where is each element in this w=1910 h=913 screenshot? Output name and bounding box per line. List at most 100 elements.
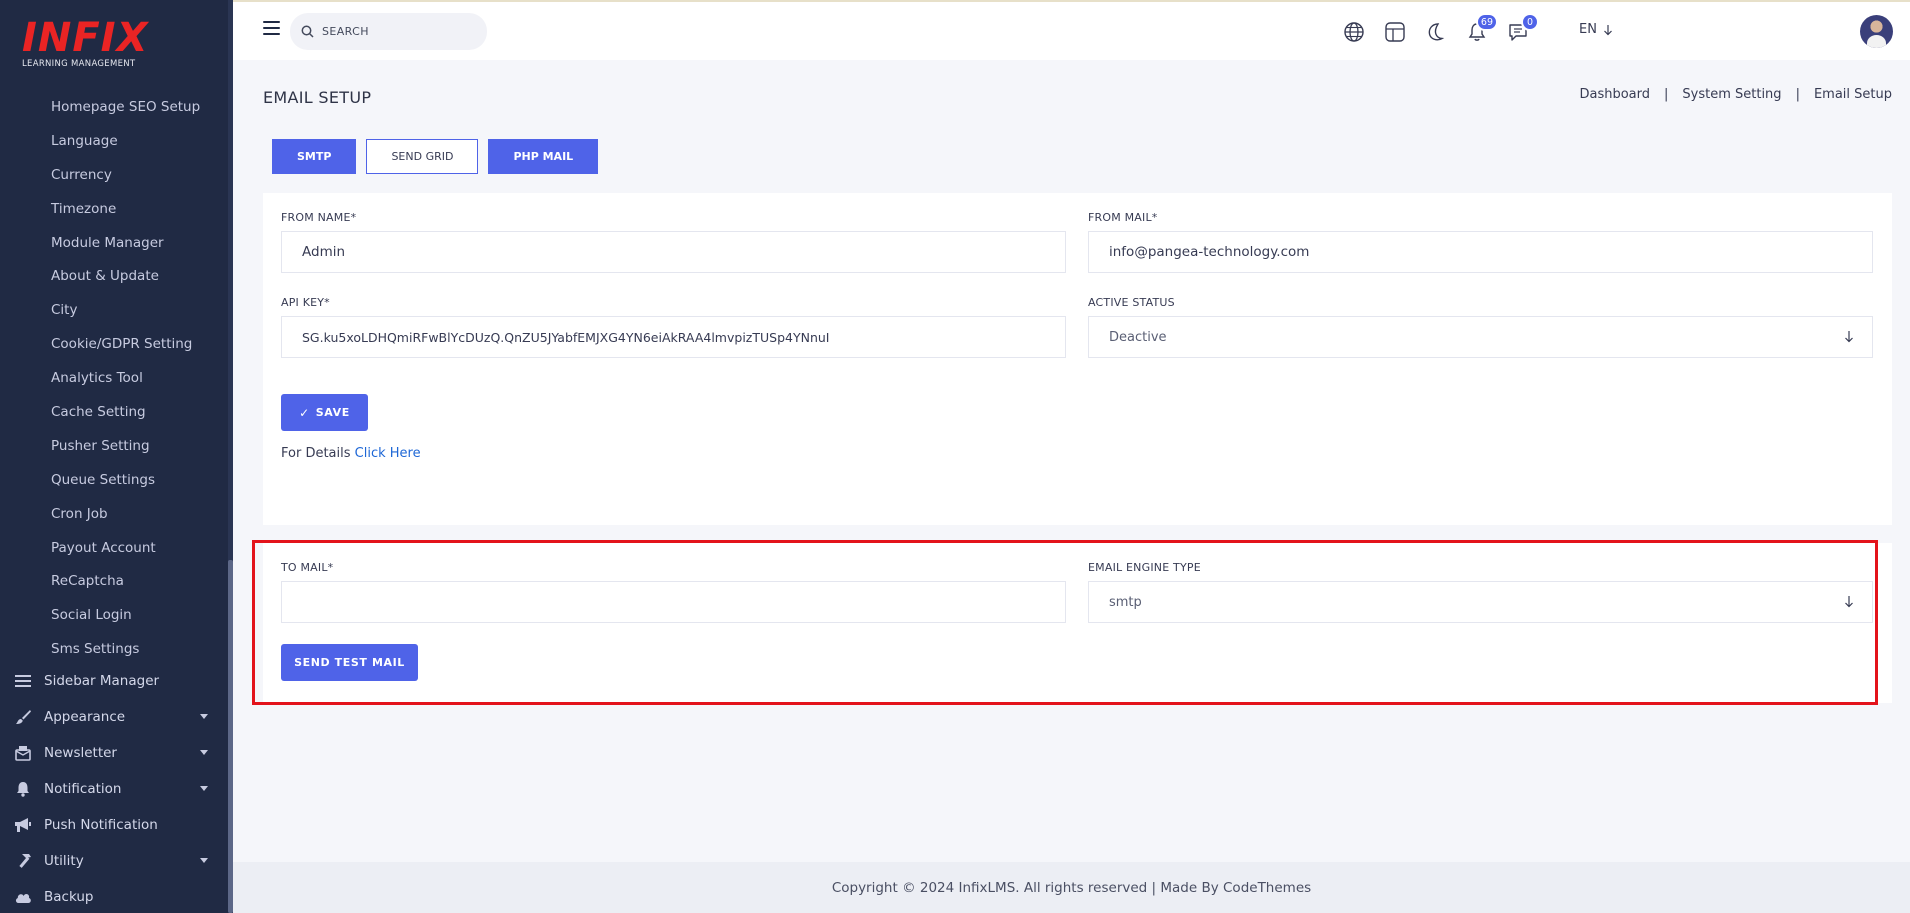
user-avatar[interactable] [1860, 15, 1893, 48]
search-box[interactable] [290, 13, 487, 50]
sidebar-item-homepage-seo-setup[interactable]: Homepage SEO Setup [0, 90, 228, 124]
sidebar-item-utility[interactable]: Utility [0, 843, 228, 879]
sidebar-item-social-login[interactable]: Social Login [0, 598, 228, 632]
email-engine-label: EMAIL ENGINE TYPE [1088, 561, 1201, 574]
tab-smtp[interactable]: SMTP [272, 139, 357, 174]
details-text: For Details Click Here [281, 446, 421, 461]
to-mail-label: TO MAIL* [281, 561, 334, 574]
active-status-select[interactable]: Deactive [1088, 316, 1873, 358]
notifications-badge: 69 [1475, 13, 1498, 31]
sidebar-item-cache-setting[interactable]: Cache Setting [0, 395, 228, 429]
from-mail-field: FROM MAIL* info@pangea-technology.com [1088, 211, 1873, 273]
arrow-down-icon [1604, 24, 1612, 35]
layout-icon[interactable] [1382, 19, 1408, 45]
list-icon [12, 670, 34, 692]
sidebar-item-cookie-gdpr[interactable]: Cookie/GDPR Setting [0, 327, 228, 361]
to-mail-field: TO MAIL* [281, 561, 1066, 623]
breadcrumb-dashboard[interactable]: Dashboard [1579, 87, 1650, 102]
breadcrumb-separator: | [1664, 87, 1669, 102]
details-click-here-link[interactable]: Click Here [355, 446, 421, 461]
search-icon [301, 25, 314, 38]
from-name-field: FROM NAME* Admin [281, 211, 1066, 273]
sidebar-item-newsletter[interactable]: Newsletter [0, 735, 228, 771]
sidebar-item-pusher-setting[interactable]: Pusher Setting [0, 429, 228, 463]
active-status-label: ACTIVE STATUS [1088, 296, 1175, 309]
copyright-text: Copyright © 2024 InfixLMS. All rights re… [831, 879, 1312, 896]
notifications-bell-icon[interactable]: 69 [1464, 13, 1498, 45]
from-mail-label: FROM MAIL* [1088, 211, 1158, 224]
sidebar-item-module-manager[interactable]: Module Manager [0, 226, 228, 260]
sidebar-item-about-update[interactable]: About & Update [0, 259, 228, 293]
api-key-field: API KEY* SG.ku5xoLDHQmiRFwBlYcDUzQ.QnZU5… [281, 296, 1066, 358]
sidebar-item-city[interactable]: City [0, 293, 228, 327]
email-engine-value: smtp [1109, 594, 1142, 610]
from-name-label: FROM NAME* [281, 211, 357, 224]
dark-mode-moon-icon[interactable] [1423, 19, 1449, 45]
sidebar-item-label: Push Notification [44, 817, 158, 833]
active-status-value: Deactive [1109, 329, 1167, 345]
sidebar-item-analytics-tool[interactable]: Analytics Tool [0, 361, 228, 395]
save-button-label: SAVE [315, 406, 350, 419]
sidebar-item-label: Sidebar Manager [44, 673, 160, 689]
email-engine-field: EMAIL ENGINE TYPE smtp [1088, 561, 1873, 623]
to-mail-input[interactable] [281, 581, 1066, 623]
breadcrumb-system-setting[interactable]: System Setting [1682, 87, 1781, 102]
sidebar-item-queue-settings[interactable]: Queue Settings [0, 463, 228, 497]
breadcrumb-separator: | [1795, 87, 1800, 102]
chevron-down-icon [200, 786, 208, 791]
messages-chat-icon[interactable]: 0 [1505, 13, 1539, 45]
arrow-down-icon [1845, 596, 1853, 608]
page-title: EMAIL SETUP [263, 88, 372, 107]
chevron-down-icon [200, 714, 208, 719]
sidebar-main-menu: Sidebar Manager Appearance Newsletter No… [0, 663, 228, 913]
sidebar: INFIX LEARNING MANAGEMENT Homepage SEO S… [0, 0, 233, 913]
search-input[interactable] [322, 25, 472, 38]
cloud-icon [12, 886, 34, 908]
globe-icon[interactable] [1341, 19, 1367, 45]
sidebar-item-push-notification[interactable]: Push Notification [0, 807, 228, 843]
sidebar-item-sidebar-manager[interactable]: Sidebar Manager [0, 663, 228, 699]
breadcrumb: Dashboard | System Setting | Email Setup [1579, 87, 1892, 102]
chevron-down-icon [200, 750, 208, 755]
sidebar-item-payout-account[interactable]: Payout Account [0, 531, 228, 565]
brush-icon [12, 706, 34, 728]
logo-mark: INFIX [22, 15, 149, 61]
sidebar-item-label: Appearance [44, 709, 126, 725]
tab-php-mail[interactable]: PHP MAIL [488, 139, 599, 174]
hammer-icon [12, 850, 34, 872]
arrow-down-icon [1845, 331, 1853, 343]
from-name-input[interactable]: Admin [281, 231, 1066, 273]
sidebar-item-label: Backup [44, 889, 94, 905]
sidebar-scrollbar-thumb[interactable] [228, 560, 233, 913]
api-key-input[interactable]: SG.ku5xoLDHQmiRFwBlYcDUzQ.QnZU5JYabfEMJX… [281, 316, 1066, 358]
check-icon: ✓ [299, 405, 310, 420]
sidebar-item-backup[interactable]: Backup [0, 879, 228, 913]
newsletter-icon [12, 742, 34, 764]
bell-icon [12, 778, 34, 800]
sidebar-item-sms-settings[interactable]: Sms Settings [0, 632, 228, 666]
sidebar-item-language[interactable]: Language [0, 124, 228, 158]
sidebar-item-recaptcha[interactable]: ReCaptcha [0, 564, 228, 598]
page-footer: Copyright © 2024 InfixLMS. All rights re… [233, 862, 1910, 913]
system-setting-submenu: Homepage SEO Setup Language Currency Tim… [0, 90, 228, 666]
top-header: EN 69 0 [233, 2, 1910, 60]
api-key-label: API KEY* [281, 296, 330, 309]
save-button[interactable]: ✓ SAVE [281, 394, 368, 431]
sidebar-item-currency[interactable]: Currency [0, 158, 228, 192]
active-status-field: ACTIVE STATUS Deactive [1088, 296, 1873, 358]
sidebar-item-label: Notification [44, 781, 122, 797]
from-mail-input[interactable]: info@pangea-technology.com [1088, 231, 1873, 273]
email-engine-select[interactable]: smtp [1088, 581, 1873, 623]
sidebar-item-notification[interactable]: Notification [0, 771, 228, 807]
brand-logo[interactable]: INFIX LEARNING MANAGEMENT [22, 16, 152, 72]
send-test-mail-button[interactable]: SEND TEST MAIL [281, 644, 418, 681]
sidebar-item-cron-job[interactable]: Cron Job [0, 497, 228, 531]
sidebar-item-appearance[interactable]: Appearance [0, 699, 228, 735]
sidebar-item-label: Newsletter [44, 745, 117, 761]
logo-subtitle: LEARNING MANAGEMENT [22, 59, 136, 69]
menu-toggle-icon[interactable] [263, 21, 280, 35]
sidebar-item-timezone[interactable]: Timezone [0, 192, 228, 226]
language-selector[interactable]: EN [1579, 22, 1613, 37]
messages-badge: 0 [1521, 13, 1539, 31]
tab-send-grid[interactable]: SEND GRID [366, 139, 479, 174]
